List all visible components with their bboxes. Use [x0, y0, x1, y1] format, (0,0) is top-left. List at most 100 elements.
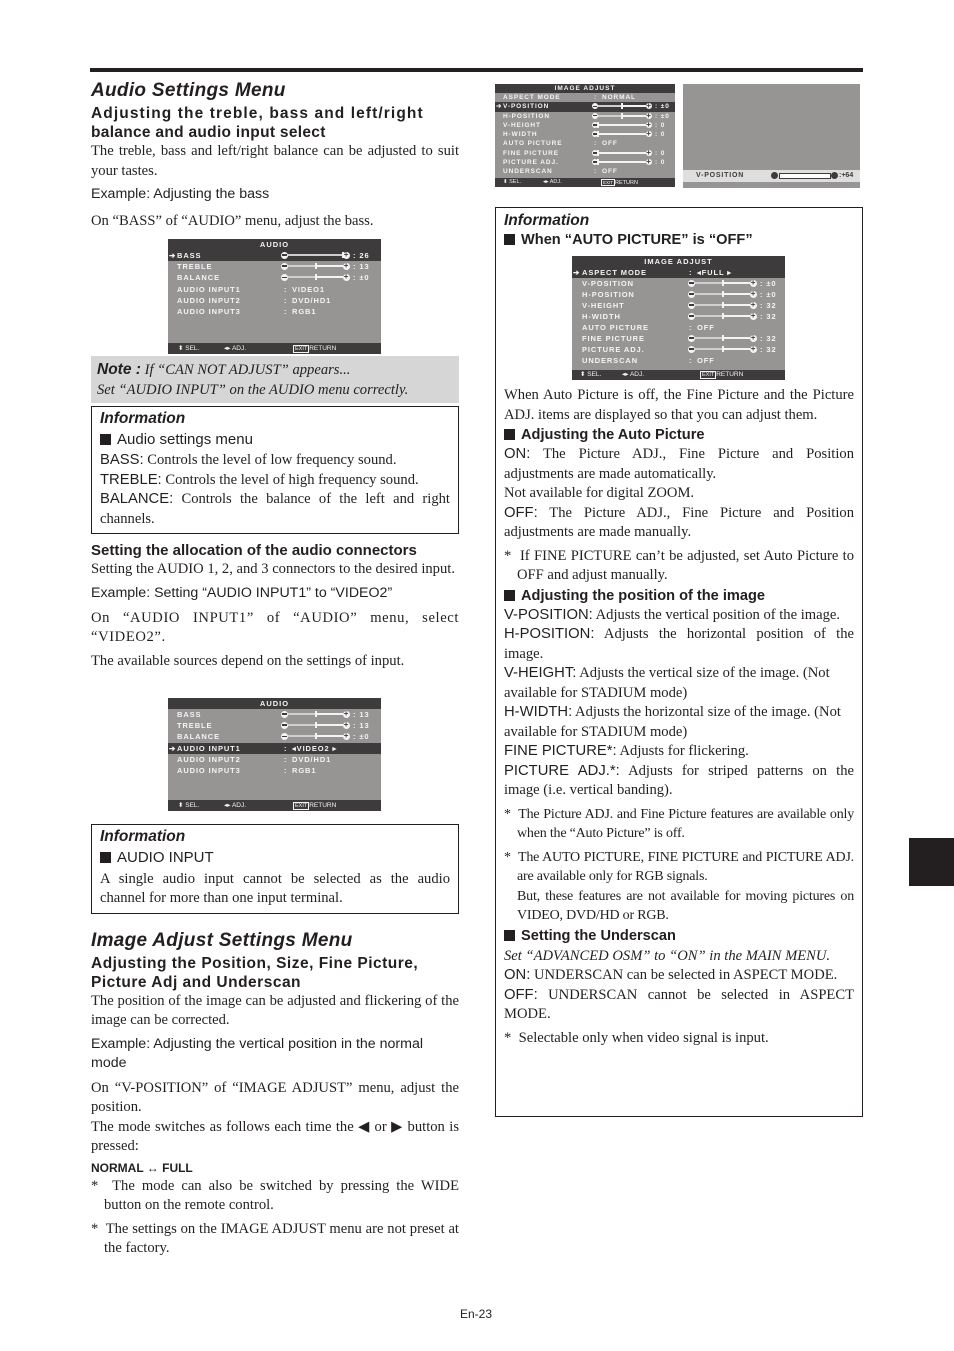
square-bullet-icon: [504, 234, 515, 245]
plus-icon: [646, 158, 652, 166]
position-heading-text: Adjusting the position of the image: [521, 587, 766, 604]
minus-icon: [688, 290, 695, 298]
right-triangle-icon: ▶: [391, 1118, 404, 1135]
info-desc: Controls the level of high frequency sou…: [161, 471, 419, 488]
note-line2: Set “AUDIO INPUT” on the AUDIO menu corr…: [97, 381, 409, 398]
osd-row-label: AUTO PICTURE: [503, 140, 563, 148]
image-section-title: Image Adjust Settings Menu: [91, 929, 353, 951]
osd-row-value: ◂FULL ▸: [697, 268, 732, 277]
plus-icon: [343, 251, 350, 259]
osd-row-label: BASS: [177, 251, 202, 260]
selected-arrow-icon: ➔: [496, 103, 503, 111]
balance-left-icon: [281, 273, 288, 281]
osd-slider-fill: [695, 315, 723, 317]
vposition-strip: V-POSITION :+64: [683, 170, 860, 182]
plus-icon: [831, 172, 838, 179]
plus-icon: [750, 279, 757, 287]
vpos-instruction: On “V-POSITION” of “IMAGE ADJUST” menu, …: [91, 1079, 459, 1116]
plus-icon: [750, 301, 757, 309]
osd-row: AUDIO INPUT2: DVD/HD1: [168, 754, 381, 765]
return-label: RETURN: [615, 180, 638, 186]
osd-row: UNDERSCAN: OFF: [572, 355, 785, 366]
underscan-heading: Setting the Underscan: [504, 928, 854, 944]
info-item: TREBLE: Controls the level of high frequ…: [100, 471, 450, 491]
underscan-off-text: UNDERSCAN cannot be selected in ASPECT M…: [504, 986, 854, 1023]
star-note-text: If FINE PICTURE can’t be adjusted, set A…: [517, 547, 854, 584]
position-term: H-WIDTH:: [504, 704, 573, 720]
osd-row-value: : 13: [353, 721, 370, 731]
osd-row-value: : 32: [760, 301, 777, 310]
osd-row: BALANCE: ±0: [168, 272, 381, 283]
osd-row-value: OFF: [697, 323, 715, 332]
osd-audio-input-menu: AUDIOBASS: 13TREBLE: 13BALANCE: ±0➔AUDIO…: [168, 698, 381, 811]
osd-row-label: H-POSITION: [582, 290, 635, 299]
osd-row-value: OFF: [697, 356, 715, 365]
vposition-screen-preview: V-POSITION :+64: [683, 84, 860, 188]
plus-icon: [750, 334, 757, 342]
plus-icon: [750, 345, 757, 353]
position-term: V-POSITION:: [504, 606, 593, 623]
info-item: BALANCE: Controls the balance of the lef…: [100, 490, 450, 529]
osd-row-label: V-POSITION: [582, 279, 634, 288]
osd-row-value: : ±0: [353, 732, 370, 742]
square-bullet-icon: [100, 434, 111, 445]
underscan-off-term: OFF:: [504, 986, 538, 1003]
osd-row-label: UNDERSCAN: [582, 356, 639, 365]
note-box: Note : If “CAN NOT ADJUST” appears... Se…: [91, 356, 459, 403]
auto-on-desc: ON: The Picture ADJ., Fine Picture and P…: [504, 445, 854, 504]
osd-slider-fill: [695, 348, 723, 350]
osd-row-label: FINE PICTURE: [503, 149, 559, 157]
star-note: * If FINE PICTURE can’t be adjusted, set…: [504, 547, 854, 584]
auto-heading-text: Adjusting the Auto Picture: [521, 427, 705, 443]
star-note-text: The Picture ADJ. and Fine Picture featur…: [517, 806, 855, 842]
osd-row-value: NORMAL: [602, 94, 636, 101]
osd-row-value: DVD/HD1: [292, 295, 332, 305]
left-triangle-icon: ◀: [358, 1118, 371, 1135]
image-subtitle: Adjusting the Position, Size, Fine Pictu…: [91, 954, 459, 992]
osd-slider-knob: [597, 131, 599, 138]
osd-slider-track: [598, 151, 646, 154]
osd-row: V-HEIGHT: 32: [572, 300, 785, 311]
osd-row-value: OFF: [602, 168, 618, 176]
osd-row-value: VIDEO1: [292, 284, 325, 294]
info-title: Information: [100, 828, 186, 845]
osd-row-label: ASPECT MODE: [503, 94, 561, 101]
sources-note: The available sources depend on the sett…: [91, 652, 405, 669]
osd-row: AUDIO INPUT3: RGB1: [168, 306, 381, 317]
bass-instruction: On “BASS” of “AUDIO” menu, adjust the ba…: [91, 213, 374, 229]
osd-row: PICTURE ADJ.: 0: [495, 158, 675, 167]
info-term: TREBLE:: [100, 471, 162, 488]
osd-row-label: BALANCE: [177, 273, 220, 283]
square-bullet-icon: [504, 429, 515, 440]
osd-row-label: PICTURE ADJ.: [503, 159, 559, 167]
position-item: V-HEIGHT: Adjusts the vertical size of t…: [504, 664, 854, 703]
osd-row-label: V-HEIGHT: [503, 121, 541, 129]
mode-switch-text-a: The mode switches as follows each time t…: [91, 1118, 359, 1135]
return-label: RETURN: [716, 371, 744, 378]
info-heading: Audio settings menu: [100, 430, 450, 449]
minus-icon: [688, 334, 695, 342]
plus-icon: [750, 312, 757, 320]
osd-row: AUDIO INPUT2: DVD/HD1: [168, 295, 381, 306]
osd-row-value: : 32: [760, 345, 777, 354]
osd-slider-knob: [721, 280, 724, 286]
selected-arrow-icon: ➔: [573, 268, 581, 277]
return-label: RETURN: [309, 345, 337, 352]
selected-arrow-icon: ➔: [169, 251, 177, 260]
osd-colon: :: [594, 140, 598, 148]
osd-row: AUDIO INPUT3: RGB1: [168, 765, 381, 776]
osd-footer: ⬍ SEL. ◂▸ ADJ. EXIT RETURN: [168, 343, 381, 354]
exit-return-hint: EXIT RETURN: [601, 178, 638, 188]
minus-icon: [688, 279, 695, 287]
left-column: Audio Settings Menu Adjusting the treble…: [91, 78, 459, 232]
info-heading-text: Audio settings menu: [117, 431, 253, 448]
osd-row: FINE PICTURE: 32: [572, 333, 785, 344]
star-note: * The AUTO PICTURE, FINE PICTURE and PIC…: [504, 849, 854, 924]
osd-slider-fill: [695, 282, 723, 284]
info-heading: AUDIO INPUT: [100, 848, 450, 868]
osd-slider-knob: [621, 103, 623, 110]
plus-icon: [646, 149, 652, 156]
exit-key-icon: EXIT: [293, 345, 310, 353]
alloc-text: Setting the AUDIO 1, 2, and 3 connectors…: [91, 561, 455, 577]
star-note-text: The AUTO PICTURE, FINE PICTURE and PICTU…: [517, 849, 854, 885]
